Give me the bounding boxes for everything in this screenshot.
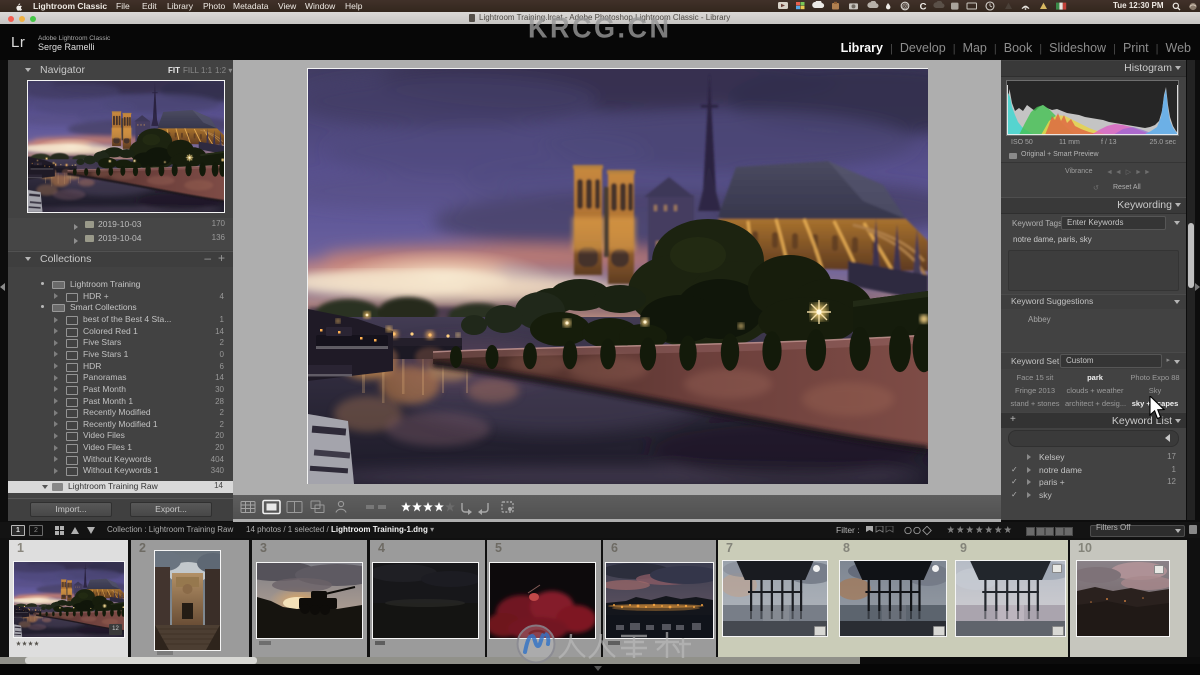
svg-text:C: C <box>920 1 927 11</box>
svg-text:@: @ <box>902 4 908 10</box>
